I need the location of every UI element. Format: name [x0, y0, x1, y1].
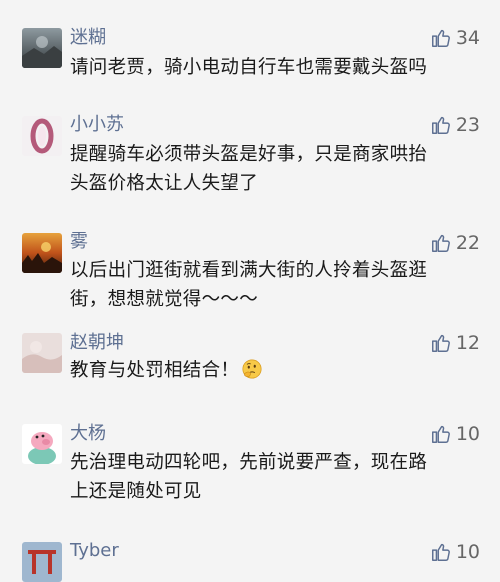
like-button[interactable]: 22 [430, 231, 480, 255]
commenter-name[interactable]: 小小苏 [70, 114, 124, 136]
like-count: 23 [455, 114, 480, 136]
avatar[interactable] [22, 116, 62, 156]
commenter-name[interactable]: 雾 [70, 231, 88, 253]
like-count: 34 [455, 27, 480, 49]
commenter-name[interactable]: 大杨 [70, 423, 106, 445]
like-count: 10 [455, 423, 480, 445]
commenter-name[interactable]: Tyber [70, 540, 119, 562]
comment-text: 先治理电动四轮吧，先前说要严查，现在路 上还是随处可见 [70, 452, 428, 502]
avatar[interactable] [22, 333, 62, 373]
comment-text: 以后出门逛街就看到满大街的人拎着头盔逛 街，想想就觉得～～～ [70, 260, 428, 310]
thumbs-up-icon [431, 116, 450, 134]
like-button[interactable]: 23 [430, 113, 480, 137]
comment-text: 教育与处罚相结合！ [70, 356, 480, 385]
thumbs-up-icon [431, 334, 450, 352]
like-button[interactable]: 10 [430, 422, 480, 446]
comment-text: 请问老贾，骑小电动自行车也需要戴头盔吗 [70, 57, 428, 78]
like-button[interactable]: 12 [430, 331, 480, 355]
like-count: 10 [455, 541, 480, 563]
commenter-name[interactable]: 赵朝坤 [70, 332, 124, 354]
comment-text: 提醒骑车必须带头盔是好事，只是商家哄抬 头盔价格太让人失望了 [70, 144, 428, 194]
thumbs-up-icon [431, 543, 450, 561]
like-count: 12 [455, 332, 480, 354]
avatar[interactable] [22, 233, 62, 273]
thinking-emoji-icon [242, 359, 262, 379]
commenter-name[interactable]: 迷糊 [70, 27, 106, 49]
thumbs-up-icon [431, 234, 450, 252]
like-button[interactable]: 10 [430, 540, 480, 564]
thumbs-up-icon [431, 29, 450, 47]
avatar[interactable] [22, 28, 62, 68]
avatar[interactable] [22, 542, 62, 582]
like-count: 22 [455, 232, 480, 254]
like-button[interactable]: 34 [430, 26, 480, 50]
avatar[interactable] [22, 424, 62, 464]
thumbs-up-icon [431, 425, 450, 443]
